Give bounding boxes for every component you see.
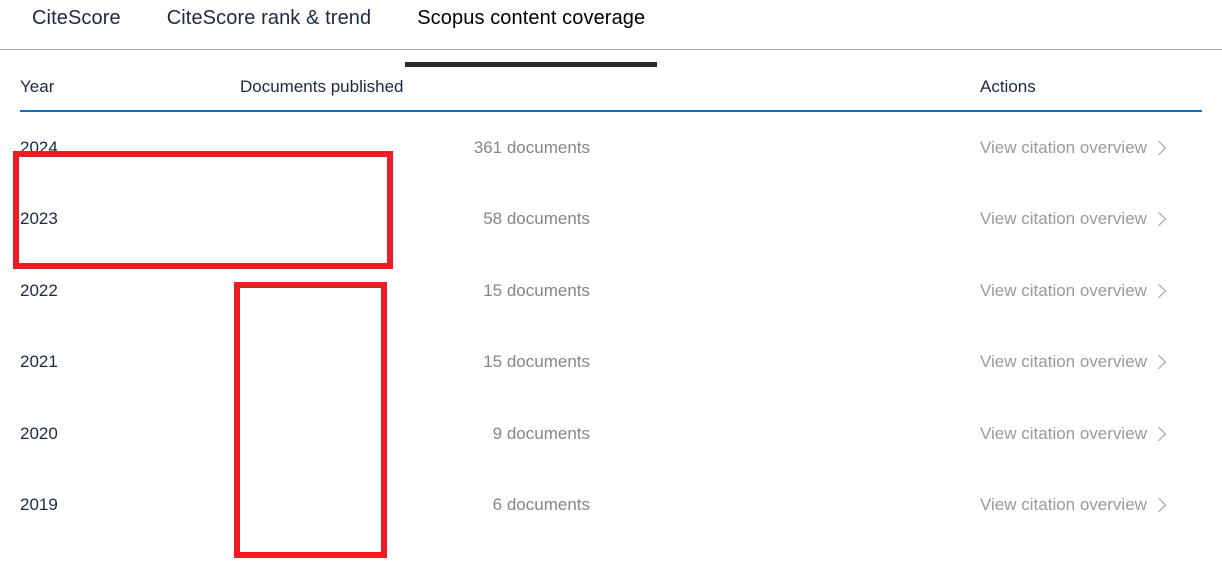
- chevron-right-icon: [1151, 283, 1167, 298]
- column-header-documents-published: Documents published: [240, 77, 404, 96]
- table-row: 2024 361 documents View citation overview: [20, 112, 1202, 184]
- view-citation-overview-link[interactable]: View citation overview: [980, 281, 1202, 301]
- view-citation-overview-link[interactable]: View citation overview: [980, 424, 1202, 444]
- cell-documents-published: 9 documents: [492, 423, 590, 443]
- table-row: 2023 58 documents View citation overview: [20, 184, 1202, 256]
- cell-documents-published: 6 documents: [492, 495, 590, 515]
- chevron-right-icon: [1151, 498, 1167, 513]
- chevron-right-icon: [1151, 212, 1167, 227]
- tab-label: CiteScore: [32, 7, 121, 29]
- view-citation-overview-label: View citation overview: [980, 495, 1147, 515]
- cell-year: 2020: [20, 423, 58, 443]
- content-coverage-table: Year Documents published Actions 2024 361…: [0, 50, 1222, 541]
- chevron-right-icon: [1151, 355, 1167, 370]
- cell-year: 2022: [20, 280, 58, 300]
- view-citation-overview-link[interactable]: View citation overview: [980, 352, 1202, 372]
- view-citation-overview-link[interactable]: View citation overview: [980, 495, 1202, 515]
- view-citation-overview-link[interactable]: View citation overview: [980, 138, 1202, 158]
- table-row: 2019 6 documents View citation overview: [20, 470, 1202, 542]
- cell-documents-published: 15 documents: [483, 280, 590, 300]
- chevron-right-icon: [1151, 140, 1167, 155]
- cell-documents-published: 361 documents: [473, 137, 590, 157]
- tab-label: CiteScore rank & trend: [166, 7, 372, 29]
- tab-citescore[interactable]: CiteScore: [20, 0, 133, 30]
- cell-year: 2024: [20, 137, 58, 157]
- cell-documents-published: 15 documents: [483, 352, 590, 372]
- cell-year: 2019: [20, 495, 58, 515]
- table-row: 2022 15 documents View citation overview: [20, 255, 1202, 327]
- chevron-right-icon: [1151, 426, 1167, 441]
- tab-label: Scopus content coverage: [417, 7, 646, 29]
- table-row: 2020 9 documents View citation overview: [20, 398, 1202, 470]
- tab-list: CiteScore CiteScore rank & trend Scopus …: [0, 0, 1222, 67]
- view-citation-overview-label: View citation overview: [980, 352, 1147, 372]
- column-header-actions: Actions: [980, 77, 1036, 96]
- column-header-year: Year: [20, 77, 55, 96]
- cell-documents-published: 58 documents: [483, 209, 590, 229]
- tab-bar: CiteScore CiteScore rank & trend Scopus …: [0, 0, 1222, 67]
- tab-citescore-rank-and-trend[interactable]: CiteScore rank & trend: [155, 0, 384, 30]
- cell-year: 2023: [20, 209, 58, 229]
- view-citation-overview-label: View citation overview: [980, 209, 1147, 229]
- table-body: 2024 361 documents View citation overview 2…: [20, 112, 1202, 541]
- cell-year: 2021: [20, 352, 58, 372]
- table-row: 2021 15 documents View citation overview: [20, 327, 1202, 399]
- tab-scopus-content-coverage[interactable]: Scopus content coverage: [405, 0, 658, 67]
- table-header-row: Year Documents published Actions: [20, 50, 1202, 112]
- view-citation-overview-label: View citation overview: [980, 137, 1147, 157]
- view-citation-overview-link[interactable]: View citation overview: [980, 209, 1202, 229]
- view-citation-overview-label: View citation overview: [980, 423, 1147, 443]
- view-citation-overview-label: View citation overview: [980, 280, 1147, 300]
